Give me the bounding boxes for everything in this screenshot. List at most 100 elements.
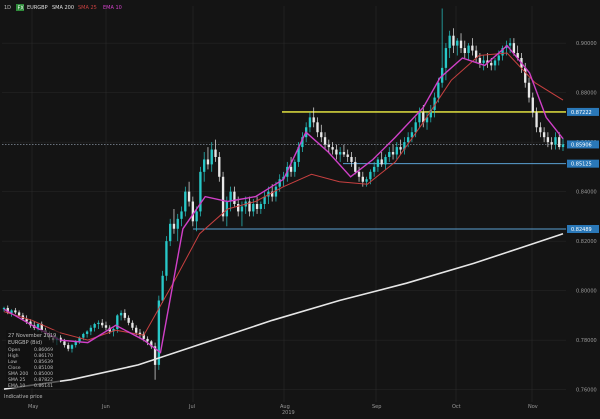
- infobox-key: SMA 25: [8, 377, 25, 383]
- candle-body: [123, 312, 127, 318]
- legend-sma200[interactable]: SMA 200: [52, 5, 74, 11]
- candle-body: [165, 241, 168, 276]
- infobox-key: Low: [8, 359, 17, 365]
- candle-body: [259, 204, 263, 209]
- candle-body: [448, 35, 451, 49]
- candle-body: [391, 152, 395, 155]
- y-tick-label: 0.88000: [576, 91, 597, 97]
- candle-body: [493, 60, 497, 66]
- candle-body: [512, 43, 516, 54]
- candle-body: [63, 341, 66, 346]
- y-tick-label: 0.76000: [576, 388, 597, 394]
- timeframe-label[interactable]: 1D: [4, 5, 11, 11]
- candle-body: [527, 82, 531, 98]
- candle-body: [312, 117, 315, 123]
- year-label: 2019: [282, 410, 295, 416]
- y-tick-label: 0.82000: [576, 239, 597, 245]
- candle-body: [101, 322, 104, 326]
- candle-body: [240, 206, 244, 212]
- candle-body: [169, 223, 172, 242]
- candle-body: [539, 127, 542, 133]
- candle-body: [206, 159, 210, 165]
- candle-body: [524, 67, 527, 83]
- candle-body: [67, 345, 70, 349]
- candle-body: [82, 333, 85, 338]
- candle-body: [467, 45, 470, 54]
- candle-body: [229, 191, 232, 202]
- infobox-key: EMA 10: [8, 383, 25, 389]
- candle-body: [414, 122, 417, 133]
- candle-body: [14, 310, 17, 313]
- candle-body: [380, 159, 383, 165]
- infobox-key: Open: [8, 347, 20, 353]
- candle-body: [459, 40, 463, 49]
- candle-body: [184, 191, 187, 212]
- infobox-value: 0.86170: [34, 353, 53, 359]
- candle-body: [482, 60, 485, 63]
- y-tick-label: 0.90000: [576, 41, 597, 47]
- candle[interactable]: [199, 166, 202, 217]
- candle-body: [550, 142, 553, 145]
- candle-body: [89, 327, 93, 332]
- chart-root: 1D FX EURGBP SMA 200 SMA 25 EMA 10 0.900…: [0, 0, 600, 419]
- infobox-value: 0.85108: [34, 365, 53, 371]
- candle-body: [187, 191, 191, 202]
- x-tick-label: Nov: [528, 404, 538, 410]
- candle-body: [210, 149, 213, 165]
- candle-body: [237, 204, 240, 212]
- y-tick-label: 0.78000: [576, 338, 597, 344]
- ohlc-infobox: 27 November 2019 EURGBP (Bid) Open 0.8606…: [6, 330, 60, 389]
- candle-body: [388, 152, 391, 157]
- candle-body: [327, 144, 330, 148]
- candle-body: [369, 171, 372, 180]
- candle[interactable]: [165, 236, 168, 281]
- candle-body: [372, 166, 376, 172]
- x-tick-label: Jun: [101, 404, 110, 410]
- candle-body: [93, 324, 96, 328]
- y-tick-label: 0.84000: [576, 190, 597, 196]
- price-chart[interactable]: 1D FX EURGBP SMA 200 SMA 25 EMA 10 0.900…: [0, 0, 600, 419]
- level-price-label: 0.82489: [571, 227, 592, 233]
- y-tick-label: 0.80000: [576, 289, 597, 295]
- candle-body: [218, 156, 221, 177]
- candle-body: [138, 332, 142, 334]
- candle-body: [554, 137, 557, 145]
- candle-body: [131, 322, 134, 328]
- symbol-name[interactable]: EURGBP: [27, 5, 48, 11]
- candle-body: [542, 132, 546, 138]
- infobox-date: 27 November 2019: [8, 333, 56, 339]
- candle-body: [85, 331, 89, 334]
- candle-body: [191, 201, 195, 222]
- candle-body: [418, 112, 421, 123]
- candle-body: [252, 204, 255, 212]
- infobox-value: 0.87822: [34, 377, 53, 383]
- infobox-value: 0.85000: [34, 371, 53, 377]
- candle-body: [70, 345, 74, 349]
- infobox-value: 0.85639: [34, 359, 53, 365]
- chart-header: 1D FX EURGBP SMA 200 SMA 25 EMA 10: [4, 4, 122, 12]
- candle-body: [119, 312, 123, 316]
- candle-body: [508, 43, 512, 46]
- candle-body: [104, 325, 108, 328]
- candle-body: [376, 159, 380, 167]
- candle-body: [176, 218, 179, 229]
- candle-body: [463, 48, 466, 54]
- candle-body: [289, 166, 293, 172]
- candle-body: [531, 97, 534, 113]
- candle-body: [346, 154, 349, 157]
- infobox-key: High: [8, 353, 19, 359]
- candle-body: [255, 204, 259, 209]
- candle-body: [331, 147, 334, 150]
- candle-body: [444, 48, 448, 68]
- candle-body: [308, 117, 312, 128]
- candle-body: [395, 147, 398, 155]
- candle-body: [535, 112, 538, 128]
- candle-body: [406, 137, 410, 143]
- infobox-value: 0.86141: [34, 383, 53, 389]
- candle-body: [17, 312, 21, 316]
- candle-body: [293, 161, 297, 172]
- candle-body: [471, 45, 474, 51]
- candle-body: [323, 137, 327, 145]
- candle-body: [342, 152, 346, 155]
- legend-sma25[interactable]: SMA 25: [78, 5, 97, 11]
